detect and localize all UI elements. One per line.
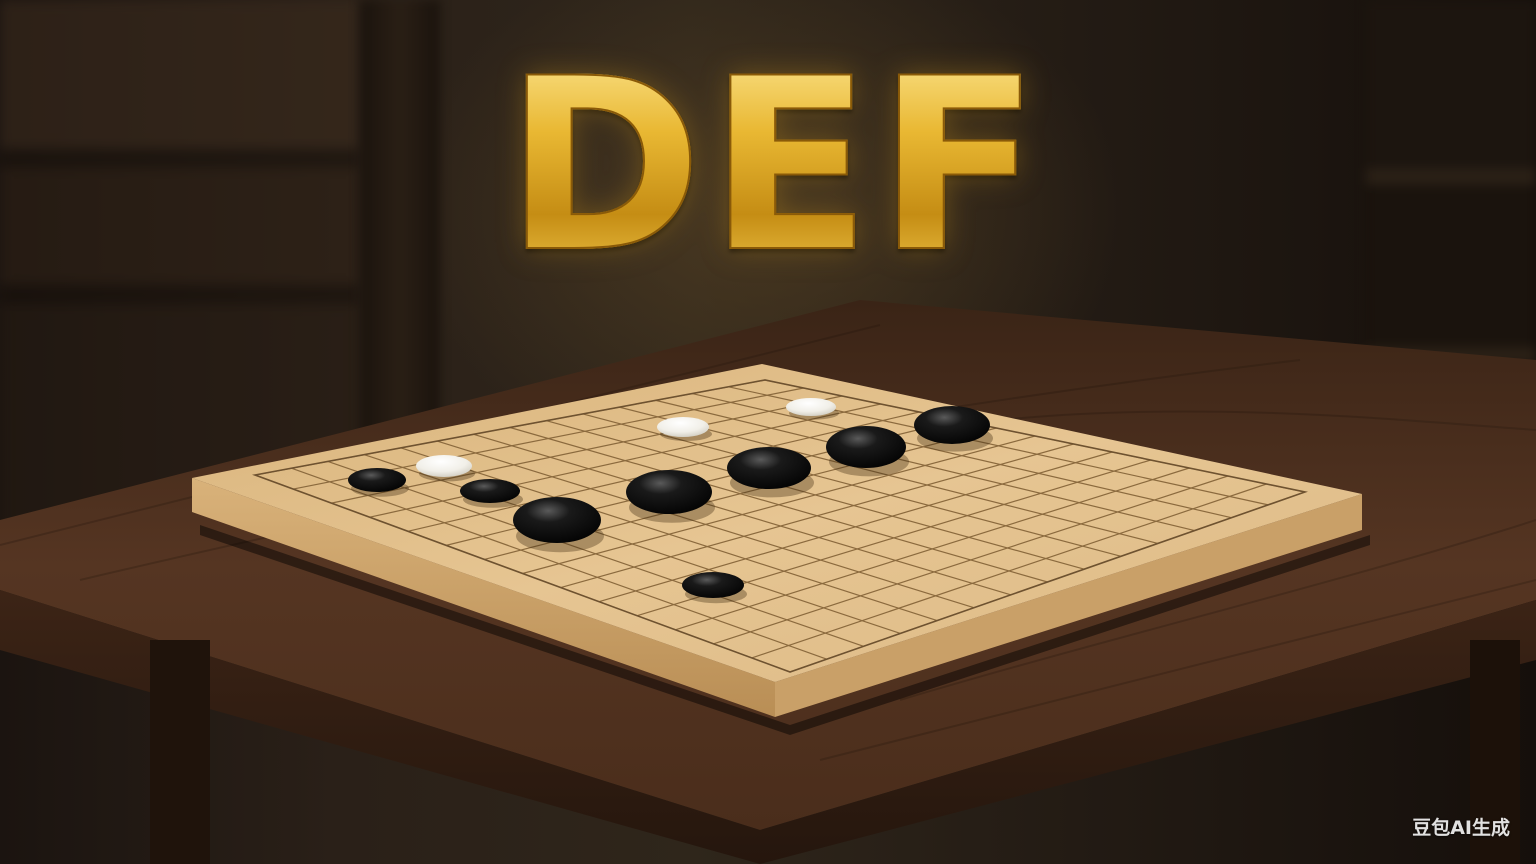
white-stone-2 <box>657 417 709 437</box>
scene: DEF 豆包AI生成 <box>0 0 1536 864</box>
black-stone-2 <box>460 479 520 503</box>
black-stone-8 <box>682 572 744 598</box>
black-stone-4 <box>626 470 712 514</box>
title-text: DEF <box>504 28 1046 305</box>
white-stone-3 <box>786 398 836 416</box>
table-leg-left <box>150 640 210 864</box>
black-stone-7 <box>914 406 990 444</box>
black-stone-5 <box>727 447 811 489</box>
black-stone-1 <box>348 468 406 492</box>
black-stone-3 <box>513 497 601 543</box>
watermark: 豆包AI生成 <box>1412 817 1510 839</box>
black-stone-6 <box>826 426 906 468</box>
white-stone-1 <box>416 455 472 477</box>
